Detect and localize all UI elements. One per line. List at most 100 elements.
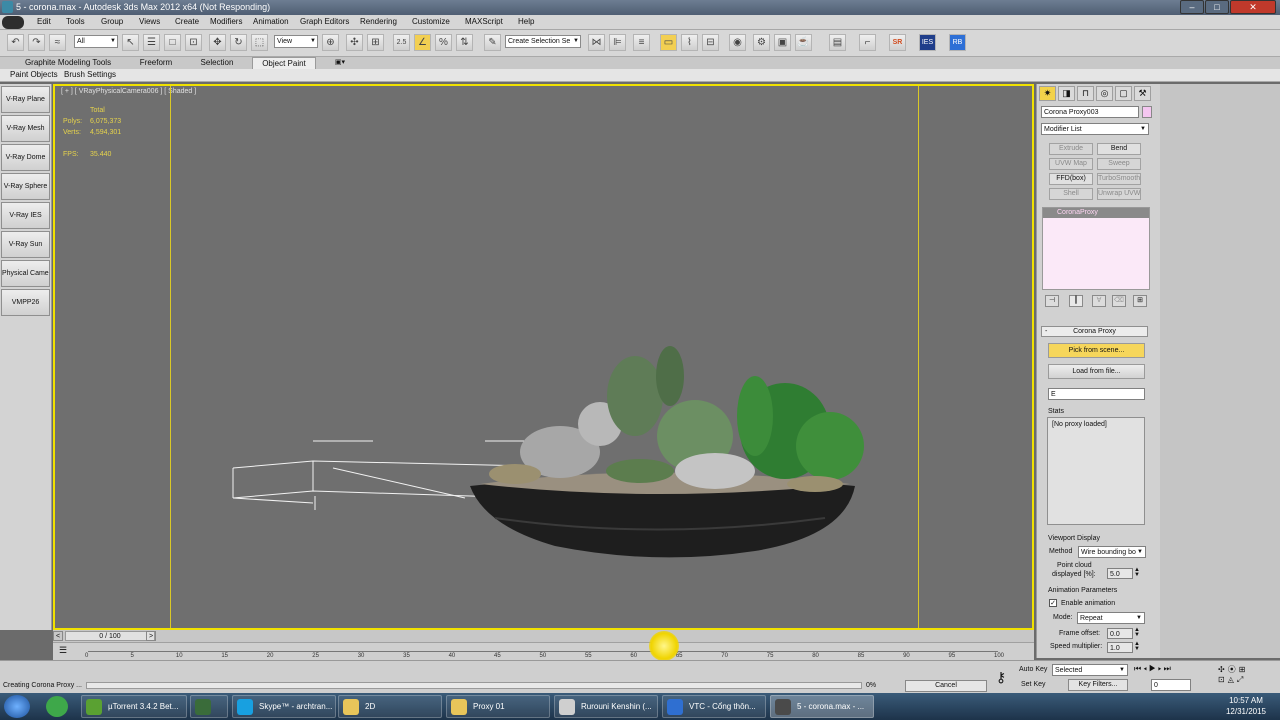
physical-camera-button[interactable]: Physical Camer	[1, 260, 50, 287]
corona-proxy-rollout-header[interactable]: - Corona Proxy	[1041, 326, 1148, 337]
vray-dome-button[interactable]: V-Ray Dome	[1, 144, 50, 171]
vray-ies-button[interactable]: V-Ray IES	[1, 202, 50, 229]
modifier-button-sweep[interactable]: Sweep	[1097, 158, 1141, 170]
framebuffer-icon[interactable]: ▤	[829, 34, 846, 51]
rendered-frame-window-icon[interactable]: ▣	[774, 34, 791, 51]
menu-help[interactable]: Help	[518, 17, 534, 26]
vray-sphere-button[interactable]: V-Ray Sphere	[1, 173, 50, 200]
taskbar-button[interactable]: VTC - Cổng thôn...	[662, 695, 766, 718]
modifier-button-turbosmooth[interactable]: TurboSmooth	[1097, 173, 1141, 185]
time-slider[interactable]: < 0 / 100 >	[53, 630, 1034, 642]
track-bar[interactable]: ☰ 0 5 10 15 20 25 30 35 40 45 50 55 60 65 70 75 80 85 90 95…	[53, 631, 1034, 661]
render-setup-icon[interactable]: ⚙	[753, 34, 770, 51]
frame-offset-input[interactable]: 0.0	[1107, 628, 1133, 639]
menu-modifiers[interactable]: Modifiers	[210, 17, 242, 26]
modifier-list-dropdown[interactable]: Modifier List ▼	[1041, 123, 1149, 135]
taskbar-button[interactable]: Rurouni Kenshin (...	[554, 695, 658, 718]
modifier-button-ffd-box[interactable]: FFD(box)	[1049, 173, 1093, 185]
create-tab-icon[interactable]: ✷	[1039, 86, 1056, 101]
motion-tab-icon[interactable]: ◎	[1096, 86, 1113, 101]
time-slider-next-icon[interactable]: >	[146, 631, 156, 641]
subtab-paint-objects[interactable]: Paint Objects	[10, 70, 58, 79]
menu-views[interactable]: Views	[139, 17, 160, 26]
vmpp26-button[interactable]: VMPP26	[1, 289, 50, 316]
enable-animation-checkbox[interactable]: ✓	[1049, 599, 1057, 607]
mini-curve-editor-icon[interactable]: ☰	[59, 645, 67, 656]
percent-snap-icon[interactable]: %	[435, 34, 452, 51]
pinned-app-icon[interactable]	[46, 696, 68, 717]
proxy-file-path-field[interactable]: E	[1048, 388, 1145, 400]
display-tab-icon[interactable]: ▢	[1115, 86, 1132, 101]
rotate-icon[interactable]: ↻	[230, 34, 247, 51]
mirror-icon[interactable]: ⋈	[588, 34, 605, 51]
modify-tab-icon[interactable]: ◨	[1058, 86, 1075, 101]
taskbar-button[interactable]	[190, 695, 228, 718]
vray-plane-button[interactable]: V-Ray Plane	[1, 86, 50, 113]
show-end-result-icon[interactable]: ┃	[1069, 295, 1083, 307]
tab-freeform[interactable]: Freeform	[128, 57, 184, 69]
subtab-brush-settings[interactable]: Brush Settings	[64, 70, 116, 79]
select-object-icon[interactable]: ↖	[122, 34, 139, 51]
graphite-toggle-icon[interactable]: ▭	[660, 34, 677, 51]
application-button-icon[interactable]	[2, 16, 24, 29]
select-manipulate-icon[interactable]: ✣	[346, 34, 363, 51]
cancel-button[interactable]: Cancel	[905, 680, 987, 692]
modifier-button-shell[interactable]: Shell	[1049, 188, 1093, 200]
set-key-icon[interactable]: ⚷	[988, 669, 1014, 687]
key-selection-dropdown[interactable]: Selected ▼	[1052, 664, 1128, 676]
vray-sun-button[interactable]: V-Ray Sun	[1, 231, 50, 258]
method-dropdown[interactable]: Wire bounding bo ▼	[1078, 546, 1146, 558]
viewport-navigation-icons[interactable]: ✣⦿⊞ ⊡◬⤢	[1218, 664, 1248, 685]
modifier-button-bend[interactable]: Bend	[1097, 143, 1141, 155]
hierarchy-tab-icon[interactable]: ⊓	[1077, 86, 1094, 101]
mode-dropdown[interactable]: Repeat ▼	[1077, 612, 1145, 624]
menu-rendering[interactable]: Rendering	[360, 17, 397, 26]
vray-mesh-button[interactable]: V-Ray Mesh	[1, 115, 50, 142]
ies-button[interactable]: IES	[919, 34, 936, 51]
undo-icon[interactable]: ↶	[7, 34, 24, 51]
scale-icon[interactable]: ⬚	[251, 34, 268, 51]
render-production-icon[interactable]: ☕	[795, 34, 812, 51]
pick-from-scene-button[interactable]: Pick from scene...	[1048, 343, 1145, 358]
start-button-icon[interactable]	[4, 695, 30, 718]
auto-key-button[interactable]: Auto Key	[1019, 666, 1047, 673]
current-frame-field[interactable]: 0	[1151, 679, 1191, 691]
modifier-stack-item[interactable]: CoronaProxy	[1043, 208, 1149, 218]
modifier-stack[interactable]: CoronaProxy	[1042, 207, 1150, 290]
taskbar-button[interactable]: Proxy 01	[446, 695, 550, 718]
reference-coordinate-dropdown[interactable]: View ▼	[274, 35, 318, 48]
tab-selection[interactable]: Selection	[190, 57, 244, 69]
modifier-button-unwrap-uvw[interactable]: Unwrap UVW	[1097, 188, 1141, 200]
window-crossing-icon[interactable]: ⊡	[185, 34, 202, 51]
remove-modifier-icon[interactable]: ⌫	[1112, 295, 1126, 307]
close-button[interactable]: ✕	[1230, 0, 1276, 14]
menu-group[interactable]: Group	[101, 17, 123, 26]
minimize-button[interactable]: –	[1180, 0, 1204, 14]
sr-button[interactable]: SR	[889, 34, 906, 51]
named-selection-set-field[interactable]: Create Selection Se ▼	[505, 35, 581, 48]
load-from-file-button[interactable]: Load from file...	[1048, 364, 1145, 379]
pin-stack-icon[interactable]: ⊣	[1045, 295, 1059, 307]
speed-multiplier-input[interactable]: 1.0	[1107, 642, 1133, 653]
taskbar-button[interactable]: 2D	[338, 695, 442, 718]
edit-named-selection-icon[interactable]: ✎	[484, 34, 501, 51]
time-slider-prev-icon[interactable]: <	[53, 631, 63, 641]
menu-customize[interactable]: Customize	[412, 17, 450, 26]
rb-button[interactable]: RB	[949, 34, 966, 51]
maximize-button[interactable]: □	[1205, 0, 1229, 14]
utilities-tab-icon[interactable]: ⚒	[1134, 86, 1151, 101]
menu-edit[interactable]: Edit	[37, 17, 51, 26]
select-by-name-icon[interactable]: ☰	[143, 34, 160, 51]
speed-multiplier-spinner-icon[interactable]: ▲ ▼	[1134, 641, 1140, 652]
point-cloud-input[interactable]: 5.0	[1107, 568, 1133, 579]
playback-controls-icon[interactable]: ⏮◂▶▸⏭	[1134, 664, 1173, 674]
make-unique-icon[interactable]: ∀	[1092, 295, 1106, 307]
redo-icon[interactable]: ↷	[28, 34, 45, 51]
rectangular-region-icon[interactable]: □	[164, 34, 181, 51]
frame-counter[interactable]: 0 / 100	[65, 631, 155, 641]
keyboard-shortcut-icon[interactable]: ⊞	[367, 34, 384, 51]
set-key-button[interactable]: Set Key	[1021, 681, 1046, 688]
menu-maxscript[interactable]: MAXScript	[465, 17, 503, 26]
selection-filter-dropdown[interactable]: All ▼	[74, 35, 118, 48]
taskbar-button[interactable]: µTorrent 3.4.2 Bet...	[81, 695, 187, 718]
